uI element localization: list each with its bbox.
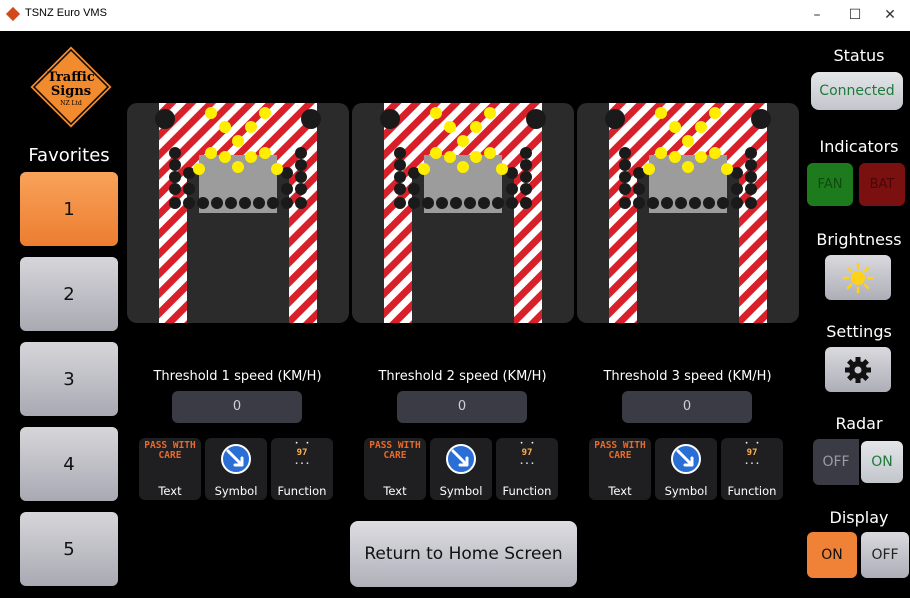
- sign-preview-1[interactable]: [127, 103, 349, 323]
- brightness-title: Brightness: [816, 230, 902, 249]
- text-mode-label: Text: [608, 484, 632, 498]
- threshold-1-function-mode-button[interactable]: · · 97... Function: [271, 438, 333, 500]
- symbol-mode-label: Symbol: [664, 484, 708, 498]
- minimize-button[interactable]: –: [802, 4, 832, 26]
- indicators-title: Indicators: [819, 137, 899, 156]
- brightness-button[interactable]: [825, 255, 891, 300]
- text-mode-label: Text: [383, 484, 407, 498]
- favorite-button-1[interactable]: 1: [20, 172, 118, 246]
- function-subtext: ...: [518, 457, 536, 467]
- sign-preview-3[interactable]: [577, 103, 799, 323]
- battery-indicator: BAT: [859, 163, 905, 206]
- threshold-3-speed-input[interactable]: 0: [622, 391, 752, 423]
- sign-chevron-graphic: [380, 103, 546, 323]
- pass-with-care-line-2: CARE: [383, 450, 407, 461]
- logo-line-3: NZ Ltd: [60, 100, 82, 107]
- threshold-3-label: Threshold 3 speed (KM/H): [603, 369, 772, 384]
- threshold-2-speed-input[interactable]: 0: [397, 391, 527, 423]
- display-title: Display: [829, 508, 889, 527]
- sign-chevron-graphic: [155, 103, 321, 323]
- threshold-2-text-mode-button[interactable]: PASS WITH CARE Text: [364, 438, 426, 500]
- sign-chevron-graphic: [605, 103, 771, 323]
- pass-with-care-line-2: CARE: [158, 450, 182, 461]
- sign-preview-2[interactable]: [352, 103, 574, 323]
- close-button[interactable]: ✕: [875, 4, 905, 26]
- text-mode-label: Text: [158, 484, 182, 498]
- logo-line-2: Signs: [51, 84, 91, 99]
- display-off-button[interactable]: OFF: [861, 532, 909, 578]
- favorite-button-2[interactable]: 2: [20, 257, 118, 331]
- threshold-1-label: Threshold 1 speed (KM/H): [153, 369, 322, 384]
- favorites-title: Favorites: [28, 145, 110, 166]
- fan-indicator: FAN: [807, 163, 853, 206]
- threshold-1-symbol-mode-button[interactable]: Symbol: [205, 438, 267, 500]
- radar-off-button[interactable]: OFF: [813, 439, 859, 485]
- return-to-home-button[interactable]: Return to Home Screen: [350, 521, 577, 587]
- threshold-2-label: Threshold 2 speed (KM/H): [378, 369, 547, 384]
- connection-status-badge: Connected: [811, 72, 903, 110]
- function-mode-label: Function: [502, 484, 552, 498]
- settings-title: Settings: [826, 322, 892, 341]
- window-title-bar: TSNZ Euro VMS – ☐ ✕: [0, 0, 910, 31]
- symbol-mode-label: Symbol: [214, 484, 258, 498]
- status-title: Status: [833, 46, 885, 65]
- logo-line-1: Traffic: [47, 70, 95, 85]
- sun-icon: [842, 262, 874, 293]
- maximize-button[interactable]: ☐: [840, 4, 870, 26]
- keep-right-arrow-icon: [221, 444, 251, 474]
- radar-title: Radar: [835, 414, 883, 433]
- threshold-3-function-mode-button[interactable]: · · 97... Function: [721, 438, 783, 500]
- app-icon: [5, 6, 21, 22]
- app-body: Traffic Signs NZ Ltd Favorites 1 2 3 4 5 Thr…: [0, 31, 910, 598]
- function-mode-label: Function: [727, 484, 777, 498]
- favorite-button-4[interactable]: 4: [20, 427, 118, 501]
- function-mode-label: Function: [277, 484, 327, 498]
- gear-icon: [845, 356, 871, 383]
- settings-button[interactable]: [825, 347, 891, 392]
- favorite-button-3[interactable]: 3: [20, 342, 118, 416]
- window-title: TSNZ Euro VMS: [25, 7, 107, 19]
- threshold-3-text-mode-button[interactable]: PASS WITH CARE Text: [589, 438, 651, 500]
- favorite-button-5[interactable]: 5: [20, 512, 118, 586]
- traffic-signs-logo: Traffic Signs NZ Ltd: [27, 43, 115, 131]
- threshold-1-speed-input[interactable]: 0: [172, 391, 302, 423]
- function-subtext: ...: [743, 457, 761, 467]
- function-subtext: ...: [293, 457, 311, 467]
- display-on-button[interactable]: ON: [807, 532, 857, 578]
- keep-right-arrow-icon: [446, 444, 476, 474]
- threshold-2-symbol-mode-button[interactable]: Symbol: [430, 438, 492, 500]
- threshold-3-symbol-mode-button[interactable]: Symbol: [655, 438, 717, 500]
- radar-on-button[interactable]: ON: [861, 441, 903, 483]
- symbol-mode-label: Symbol: [439, 484, 483, 498]
- pass-with-care-line-2: CARE: [608, 450, 632, 461]
- threshold-2-function-mode-button[interactable]: · · 97... Function: [496, 438, 558, 500]
- keep-right-arrow-icon: [671, 444, 701, 474]
- threshold-1-text-mode-button[interactable]: PASS WITH CARE Text: [139, 438, 201, 500]
